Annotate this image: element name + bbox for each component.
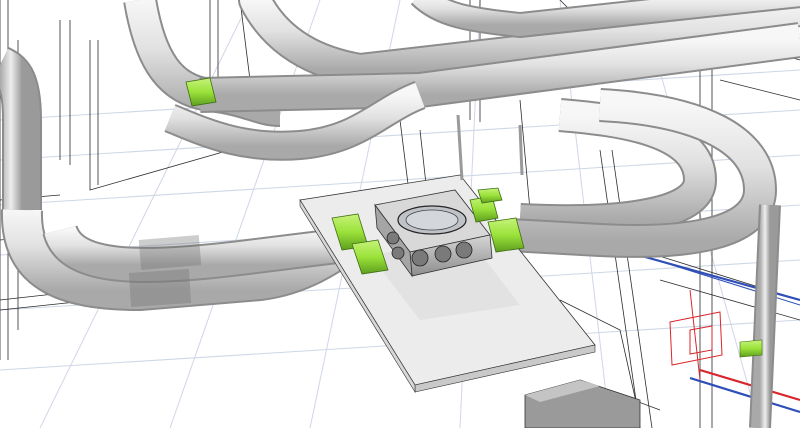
duct-system-scene — [0, 0, 800, 428]
wall-panel-outline — [669, 311, 723, 366]
bim-3d-viewport[interactable] — [0, 0, 800, 428]
riser-coupling — [739, 339, 763, 358]
lower-equipment — [524, 379, 641, 428]
hanger-rods — [456, 114, 524, 181]
